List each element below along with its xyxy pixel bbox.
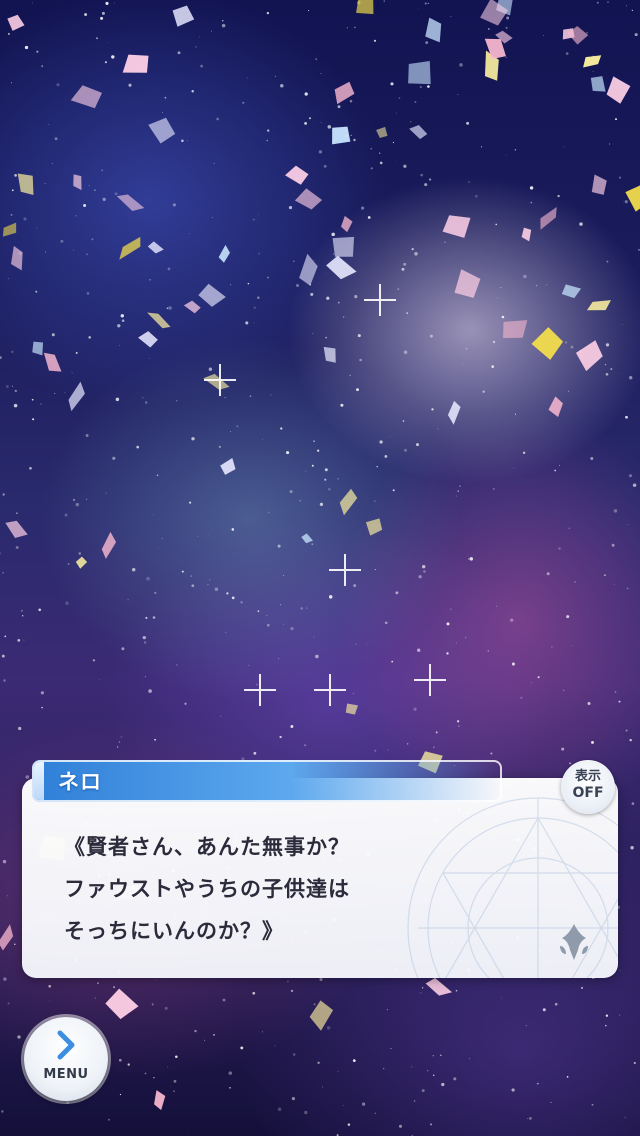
speaker-name: ネロ <box>58 770 102 794</box>
display-toggle-label: 表示 <box>574 769 601 784</box>
chevron-right-icon <box>57 1030 75 1060</box>
display-toggle-state: OFF <box>572 785 604 801</box>
crest-emblem-icon <box>560 924 588 960</box>
menu-label: MENU <box>43 1067 89 1082</box>
dialog-text: 《賢者さん、あんた無事か？ ファウストやうちの子供達は そっちにいんのか？》 <box>64 835 350 943</box>
display-off-toggle-button[interactable]: 表示 OFF <box>561 760 615 814</box>
menu-button[interactable]: MENU <box>24 1017 108 1101</box>
game-scene[interactable]: ネロ 《賢者さん、あんた無事か？ ファウストやうちの子供達は そっちにいんのか？… <box>0 0 640 1136</box>
speaker-name-plate <box>32 760 502 802</box>
